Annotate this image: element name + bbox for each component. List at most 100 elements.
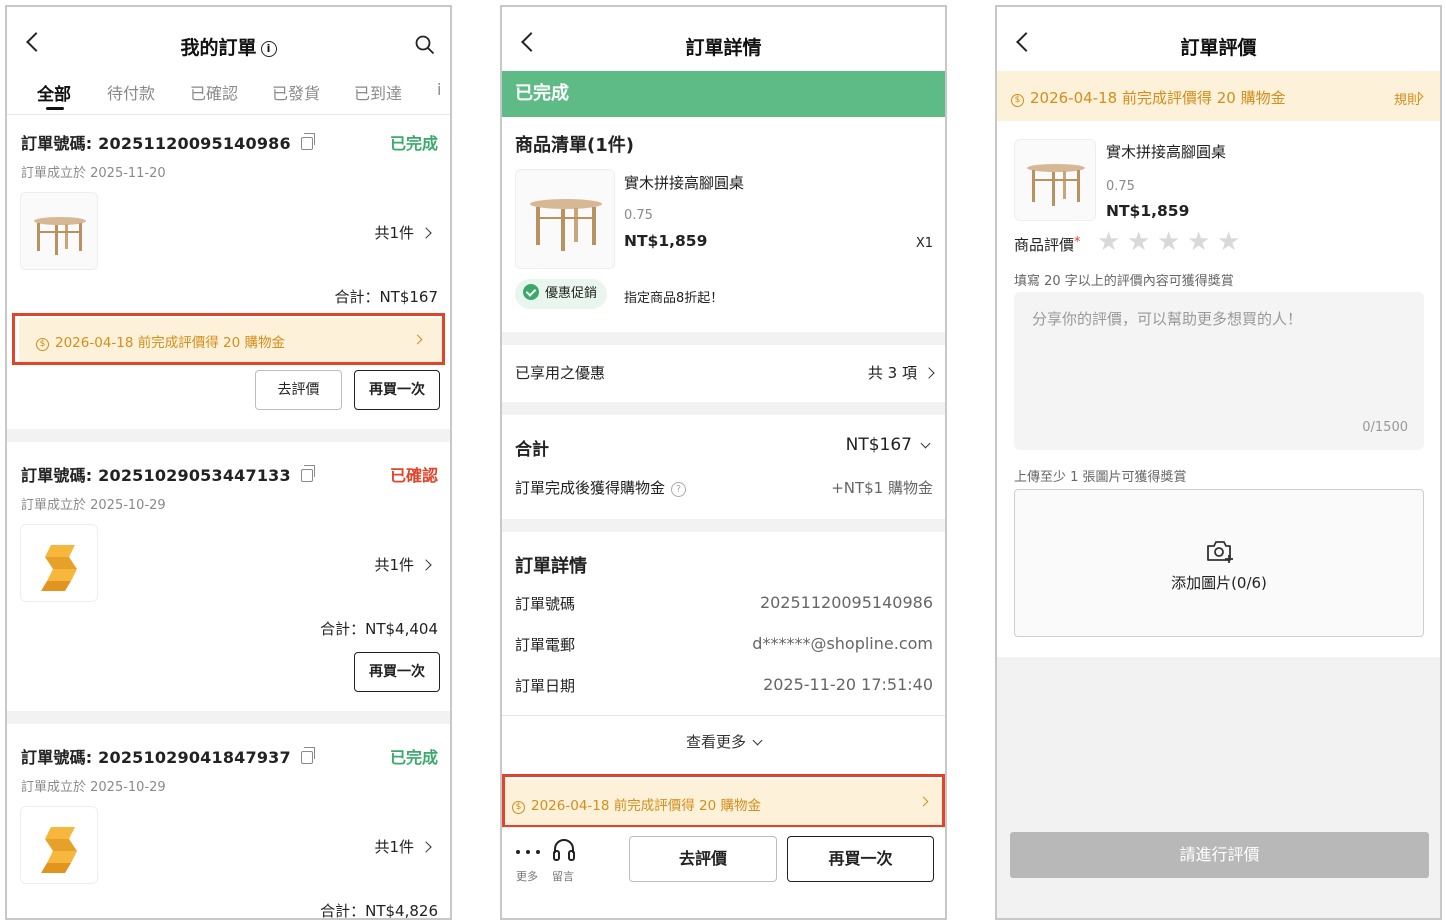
item-count[interactable]: 共1件	[374, 554, 432, 575]
section-divider	[502, 519, 945, 532]
details-section-title: 訂單詳情	[515, 556, 587, 577]
search-icon[interactable]	[415, 35, 435, 55]
review-button[interactable]: 去評價	[629, 836, 777, 882]
product-name[interactable]: 實木拼接高腳圓桌	[624, 172, 744, 193]
page-title: 訂單詳情	[685, 37, 762, 59]
highlight-box	[12, 313, 445, 365]
discounts-value[interactable]: 共 3 項	[868, 362, 935, 383]
star-icon[interactable]: ★	[1157, 227, 1180, 257]
headset-icon[interactable]	[551, 837, 577, 863]
order-number: 訂單號碼: 20251029053447133	[21, 462, 315, 486]
tab-arrived[interactable]: 已到達	[354, 80, 402, 104]
navbar: 訂單評價	[997, 7, 1440, 71]
copy-icon[interactable]	[300, 747, 315, 764]
required-mark: *	[1074, 235, 1081, 250]
camera-add-icon	[1207, 541, 1233, 563]
product-thumbnail[interactable]	[20, 192, 98, 270]
order-status: 已確認	[389, 466, 438, 485]
product-thumbnail[interactable]	[20, 806, 98, 884]
order-number-text: 訂單號碼: 20251120095140986	[21, 134, 291, 153]
product-price: NT$1,859	[624, 232, 708, 250]
order-status: 已完成	[389, 748, 438, 767]
order-total: 合計：NT$167	[334, 288, 438, 306]
submit-review-button[interactable]: 請進行評價	[1010, 832, 1429, 878]
view-more-link[interactable]: 查看更多	[502, 731, 945, 752]
detail-value-date: 2025-11-20 17:51:40	[763, 675, 933, 694]
tab-pending-payment[interactable]: 待付款	[107, 80, 155, 104]
product-thumbnail[interactable]	[515, 169, 615, 269]
detail-label-email: 訂單電郵	[515, 636, 576, 654]
page-title-text: 我的訂單	[180, 37, 257, 59]
product-price: NT$1,859	[1106, 202, 1190, 220]
chevron-right-icon	[420, 841, 432, 853]
status-tabs: 全部 待付款 已確認 已發貨 已到達 i	[7, 77, 450, 115]
table-image	[530, 199, 602, 251]
order-number: 訂單號碼: 20251029041847937	[21, 744, 315, 768]
star-icon[interactable]: ★	[1127, 227, 1150, 257]
promotion-chip-label: 優惠促銷	[545, 286, 598, 301]
section-divider	[502, 332, 945, 345]
chevron-right-icon	[420, 227, 432, 239]
view-more-text: 查看更多	[685, 733, 746, 751]
item-count-text: 共1件	[374, 224, 414, 242]
reward-label-text: 訂單完成後獲得購物金	[515, 479, 666, 497]
rating-label-text: 商品評價	[1014, 236, 1075, 254]
star-icon[interactable]: ★	[1097, 227, 1120, 257]
upload-hint: 上傳至少 1 張圖片可獲得獎賞	[1014, 470, 1187, 485]
detail-label-order-number: 訂單號碼	[515, 595, 576, 613]
more-label[interactable]: 更多	[516, 868, 538, 884]
info-icon[interactable]: i	[260, 41, 277, 57]
message-label[interactable]: 留言	[552, 868, 574, 884]
rating-label: 商品評價*	[1014, 234, 1081, 255]
review-screen: 訂單評價 $2026-04-18 前完成評價得 20 購物金 規則 實木拼接高腳…	[995, 5, 1442, 920]
page-title: 我的訂單 i	[7, 33, 450, 60]
detail-value-email: d******@shopline.com	[752, 634, 933, 653]
order-status-bar: 已完成	[502, 71, 945, 117]
review-button[interactable]: 去評價	[255, 370, 342, 410]
brand-logo-image	[41, 827, 77, 873]
section-divider	[7, 711, 450, 724]
tab-all[interactable]: 全部	[37, 80, 71, 105]
tab-more[interactable]: i	[437, 80, 441, 99]
star-icon[interactable]: ★	[1187, 227, 1210, 257]
order-date: 訂單成立於 2025-10-29	[21, 780, 166, 795]
product-variant: 0.75	[624, 208, 653, 223]
review-placeholder: 分享你的評價，可以幫助更多想買的人！	[1032, 310, 1303, 328]
tab-confirmed[interactable]: 已確認	[190, 80, 238, 104]
order-date: 訂單成立於 2025-11-20	[21, 166, 166, 181]
star-icon[interactable]: ★	[1217, 227, 1240, 257]
buy-again-button[interactable]: 再買一次	[787, 836, 934, 882]
discounts-label: 已享用之優惠	[515, 364, 606, 382]
total-label: 合計	[515, 440, 549, 460]
product-quantity: X1	[915, 236, 933, 251]
reward-value: +NT$1 購物金	[831, 479, 933, 497]
item-count-text: 共1件	[374, 838, 414, 856]
order-status: 已完成	[389, 134, 438, 153]
item-count[interactable]: 共1件	[374, 222, 432, 243]
order-total: 合計：NT$4,404	[320, 620, 438, 638]
copy-icon[interactable]	[300, 465, 315, 482]
tab-shipped[interactable]: 已發貨	[272, 80, 320, 104]
item-count[interactable]: 共1件	[374, 836, 432, 857]
total-value[interactable]: NT$167	[845, 435, 931, 455]
page-title: 訂單評價	[1180, 37, 1257, 59]
table-image	[34, 217, 86, 255]
image-upload-area[interactable]: 添加圖片(0/6)	[1014, 489, 1424, 637]
item-count-text: 共1件	[374, 556, 414, 574]
product-thumbnail[interactable]	[20, 524, 98, 602]
review-reward-text: 2026-04-18 前完成評價得 20 購物金	[1030, 89, 1286, 107]
check-circle-icon	[523, 284, 539, 300]
more-dots-icon[interactable]	[514, 845, 544, 859]
total-amount: NT$167	[845, 435, 912, 455]
question-icon[interactable]: ?	[671, 482, 687, 497]
detail-label-date: 訂單日期	[515, 677, 576, 695]
buy-again-button[interactable]: 再買一次	[354, 652, 440, 692]
copy-icon[interactable]	[300, 133, 315, 150]
orders-list-screen: 我的訂單 i 全部 待付款 已確認 已發貨 已到達 i 訂單號碼: 2025112…	[5, 5, 452, 920]
buy-again-button[interactable]: 再買一次	[354, 370, 440, 410]
review-textarea[interactable]: 分享你的評價，可以幫助更多想買的人！ 0/1500	[1014, 292, 1424, 450]
section-divider	[502, 402, 945, 415]
section-divider	[7, 429, 450, 442]
review-reward-banner: $2026-04-18 前完成評價得 20 購物金 規則	[997, 71, 1440, 121]
product-variant: 0.75	[1106, 179, 1135, 194]
